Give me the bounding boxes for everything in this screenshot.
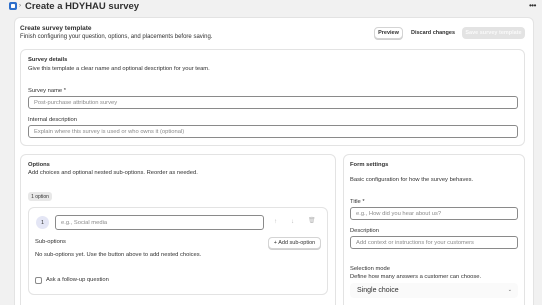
options-subtitle: Add choices and optional nested sub-opti… [28,170,198,176]
internal-description-input[interactable]: Explain where this survey is used or who… [28,125,518,138]
survey-details-title: Survey details [28,57,68,63]
breadcrumb-chevron-icon: › [19,3,21,9]
options-title: Options [28,162,50,168]
app-glyph-icon [11,4,15,8]
chevron-down-icon: ⌄ [507,287,512,293]
save-survey-template-button[interactable]: Save survey template [462,27,525,39]
sub-options-empty-text: No sub-options yet. Use the button above… [35,252,202,258]
form-description-input[interactable]: Add context or instructions for your cus… [350,236,518,249]
follow-up-label: Ask a follow-up question [46,277,109,283]
option-index: 1 [36,216,49,229]
survey-details-subtitle: Give this template a clear name and opti… [28,66,210,72]
selection-mode-value: Single choice [357,287,399,294]
follow-up-checkbox[interactable] [35,277,42,284]
more-actions-icon[interactable]: ••• [529,1,536,10]
selection-mode-label: Selection mode [350,266,390,272]
delete-option-icon[interactable]: 🗑 [308,217,316,225]
template-card-subtitle: Finish configuring your question, option… [20,34,213,40]
top-bar: › Create a HDYHAU survey ••• [0,0,542,13]
template-card-title: Create survey template [20,25,92,32]
page-title: Create a HDYHAU survey [25,1,140,12]
survey-name-input[interactable]: Post-purchase attribution survey [28,96,518,109]
add-sub-option-button[interactable]: + Add sub-option [268,237,321,249]
app-icon[interactable] [9,2,17,10]
move-up-icon[interactable]: ↑ [274,218,277,226]
internal-description-label: Internal description [28,117,77,123]
survey-name-label: Survey name * [28,88,67,94]
selection-mode-help: Define how many answers a customer can c… [350,274,482,280]
sub-options-label: Sub-options [35,239,66,245]
discard-changes-button[interactable]: Discard changes [409,27,457,39]
selection-mode-select[interactable]: Single choice ⌄ [350,283,518,298]
move-down-icon[interactable]: ↓ [291,218,294,226]
form-description-label: Description [350,228,379,234]
form-settings-subtitle: Basic configuration for how the survey b… [350,177,474,183]
form-settings-title: Form settings [350,162,389,168]
option-label-input[interactable]: e.g., Social media [55,215,264,230]
form-title-input[interactable]: e.g., How did you hear about us? [350,207,518,220]
option-count-badge: 1 option [28,192,52,201]
preview-button[interactable]: Preview [374,27,403,39]
form-title-label: Title * [350,199,365,205]
